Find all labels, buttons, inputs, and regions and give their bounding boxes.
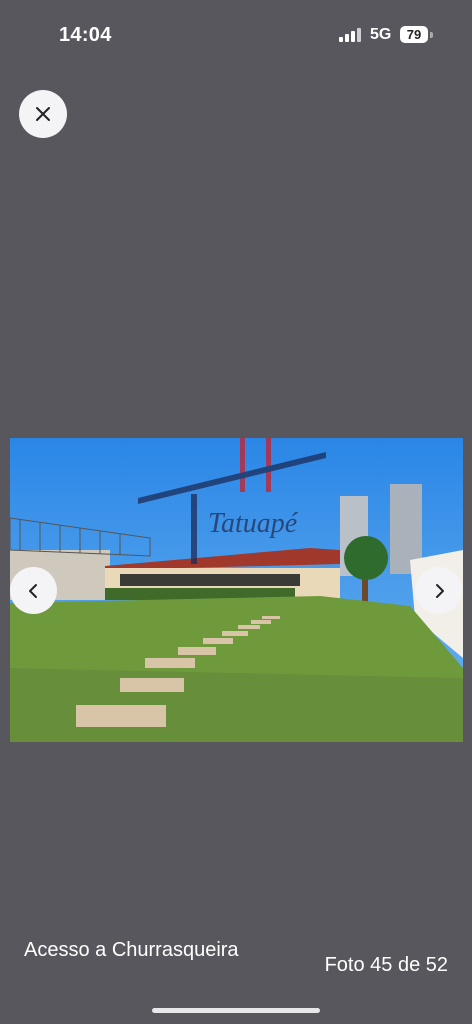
home-indicator[interactable] <box>152 1008 320 1013</box>
close-button[interactable] <box>19 90 67 138</box>
previous-photo-button[interactable] <box>10 567 57 614</box>
chevron-right-icon <box>436 584 444 598</box>
property-photo[interactable]: Tatuapé <box>10 438 463 742</box>
battery-tip <box>430 32 433 38</box>
network-type: 5G <box>370 26 392 43</box>
battery-icon: 79 <box>400 26 428 43</box>
watermark-text: Tatuapé <box>208 508 298 539</box>
photo-caption: Acesso a Churrasqueira <box>24 939 239 961</box>
chevron-left-icon <box>29 584 37 598</box>
status-bar: 14:04 5G 79 <box>0 0 472 70</box>
status-time: 14:04 <box>59 24 112 46</box>
signal-bars-icon <box>339 28 363 42</box>
close-icon <box>36 107 50 121</box>
next-photo-button[interactable] <box>415 567 462 614</box>
photo-counter: Foto 45 de 52 <box>324 954 448 976</box>
